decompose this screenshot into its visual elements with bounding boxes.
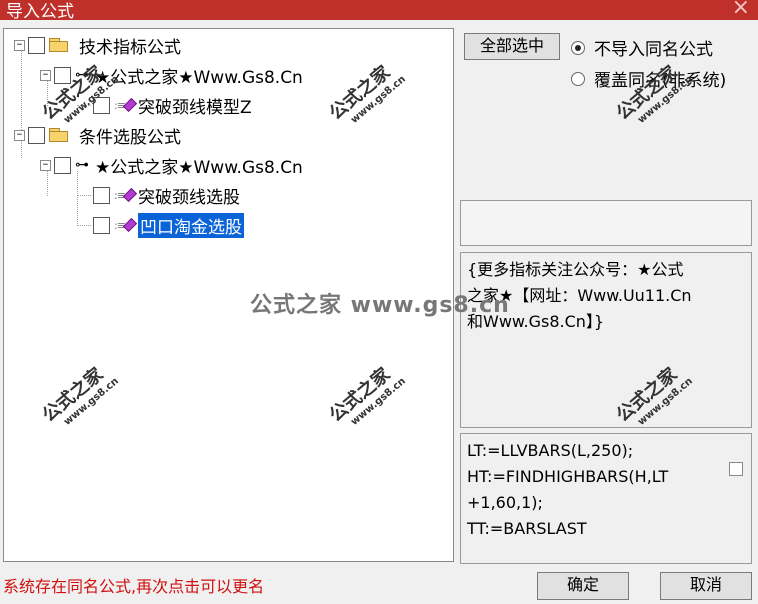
tree-node-formula-selected[interactable]: :≡ 凹口淘金选股	[93, 211, 244, 239]
tree-checkbox[interactable]	[93, 216, 110, 234]
key-icon: ⊶	[75, 157, 89, 173]
tree-label: 凹口淘金选股	[138, 212, 244, 238]
tree-checkbox[interactable]	[54, 156, 71, 174]
tree-checkbox[interactable]	[28, 126, 45, 144]
ok-button[interactable]: 确定	[537, 572, 629, 600]
radio-label: 不导入同名公式	[594, 40, 713, 60]
collapse-icon[interactable]: −	[14, 129, 25, 141]
code-line: LT:=LLVBARS(L,250);	[467, 441, 634, 460]
cancel-button[interactable]: 取消	[660, 572, 752, 600]
folder-icon	[49, 38, 69, 52]
status-message: 系统存在同名公式,再次点击可以更名	[3, 577, 265, 596]
radio-button-icon[interactable]	[571, 40, 585, 55]
tree-node-formula[interactable]: :≡ 突破颈线选股	[93, 181, 240, 209]
radio-button-icon[interactable]	[571, 71, 585, 86]
tree-label: 突破颈线模型Z	[138, 97, 252, 118]
tree-label: 突破颈线选股	[138, 187, 240, 208]
formula-icon: :≡	[114, 187, 138, 203]
formula-name-field[interactable]	[460, 200, 752, 246]
tree-checkbox[interactable]	[28, 36, 45, 54]
description-line: {更多指标关注公众号：★公式	[467, 260, 684, 279]
collapse-icon[interactable]: −	[40, 69, 51, 81]
collapse-icon[interactable]: −	[14, 39, 25, 51]
window-title: 导入公式	[6, 2, 74, 22]
watermark-stamp: 公式之家 www.gs8.cn	[612, 61, 695, 126]
tree-label: 技术指标公式	[79, 37, 181, 58]
close-icon[interactable]: ×	[732, 0, 750, 20]
select-all-button[interactable]: 全部选中	[464, 33, 560, 60]
radio-skip-duplicates[interactable]: 不导入同名公式	[571, 35, 713, 60]
watermark-text: 公式之家 www.gs8.cn	[250, 293, 510, 318]
code-line: HT:=FINDHIGHBARS(H,LT	[467, 467, 669, 486]
code-checkbox[interactable]	[729, 462, 743, 476]
collapse-icon[interactable]: −	[40, 159, 51, 171]
tree-label: ★公式之家★Www.Gs8.Cn	[95, 157, 303, 178]
title-bar: 导入公式 ×	[0, 0, 758, 22]
code-line: +1,60,1);	[467, 493, 543, 512]
code-text: LT:=LLVBARS(L,250); HT:=FINDHIGHBARS(H,L…	[467, 438, 717, 542]
tree-checkbox[interactable]	[93, 186, 110, 204]
formula-icon: :≡	[114, 217, 138, 233]
formula-code-box[interactable]: LT:=LLVBARS(L,250); HT:=FINDHIGHBARS(H,L…	[460, 433, 752, 564]
code-line: TT:=BARSLAST	[467, 519, 587, 538]
